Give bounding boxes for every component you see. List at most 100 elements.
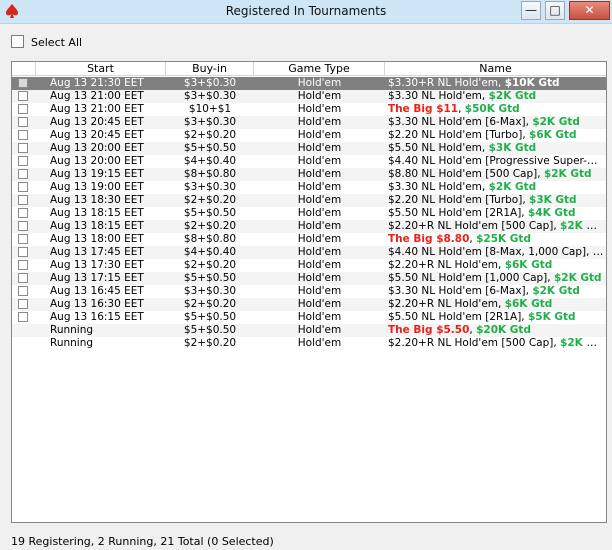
row-checkbox[interactable] <box>18 130 28 140</box>
row-checkbox[interactable] <box>18 182 28 192</box>
start-cell: Aug 13 19:15 EET <box>50 168 144 180</box>
row-checkbox[interactable] <box>18 312 28 322</box>
table-row[interactable]: Aug 13 20:00 EET $5+$0.50 Hold'em $5.50 NL … <box>12 142 606 155</box>
row-checkbox-cell[interactable] <box>18 103 31 116</box>
table-row[interactable]: Aug 13 18:00 EET $8+$0.80 Hold'em The Big $… <box>12 233 606 246</box>
guarantee-amount: $2K Gtd <box>532 116 580 128</box>
row-checkbox-cell[interactable] <box>18 181 31 194</box>
row-checkbox[interactable] <box>18 234 28 244</box>
table-row[interactable]: Aug 13 18:30 EET $2+$0.20 Hold'em $2.20 NL … <box>12 194 606 207</box>
buyin-cell: $3+$0.30 <box>183 90 237 102</box>
table-row[interactable]: Aug 13 19:15 EET $8+$0.80 Hold'em $8.80 NL … <box>12 168 606 181</box>
select-all-checkbox[interactable] <box>11 35 24 48</box>
maximize-button[interactable]: □ <box>545 1 565 20</box>
table-row[interactable]: Aug 13 20:00 EET $4+$0.40 Hold'em $4.40 NL … <box>12 155 606 168</box>
row-checkbox-cell[interactable] <box>18 298 31 311</box>
row-checkbox-cell[interactable] <box>18 194 31 207</box>
tournament-name: $2.20+R NL Hold'em [500 Cap], <box>388 337 561 349</box>
table-row[interactable]: Aug 13 18:15 EET $2+$0.20 Hold'em $2.20+R N… <box>12 220 606 233</box>
row-checkbox-cell[interactable] <box>18 77 31 90</box>
guarantee-amount: $4K Gtd <box>527 207 576 219</box>
column-header-game-type[interactable]: Game Type <box>254 62 385 76</box>
row-checkbox-cell[interactable] <box>18 90 31 103</box>
row-checkbox[interactable] <box>18 117 28 127</box>
game-type-cell: Hold'em <box>297 129 342 141</box>
row-checkbox-cell[interactable] <box>18 285 31 298</box>
row-checkbox-cell[interactable] <box>18 168 31 181</box>
guarantee-amount: $20K Gtd <box>476 324 531 336</box>
table-row[interactable]: Aug 13 18:15 EET $5+$0.50 Hold'em $5.50 NL … <box>12 207 606 220</box>
table-row[interactable]: Aug 13 17:45 EET $4+$0.40 Hold'em $4.40 NL … <box>12 246 606 259</box>
tournament-name: $4.40 NL Hold'em [8-Max, 1,000 Cap], <box>388 246 593 258</box>
start-cell: Aug 13 20:00 EET <box>50 142 144 154</box>
table-row[interactable]: Aug 13 16:45 EET $3+$0.30 Hold'em $3.30 NL … <box>12 285 606 298</box>
row-checkbox-cell[interactable] <box>18 220 31 233</box>
row-checkbox-cell[interactable] <box>18 207 31 220</box>
table-row[interactable]: Aug 13 17:15 EET $5+$0.50 Hold'em $5.50 NL … <box>12 272 606 285</box>
row-checkbox[interactable] <box>18 195 28 205</box>
column-header-start[interactable]: Start <box>36 62 166 76</box>
row-checkbox-cell[interactable] <box>18 155 31 168</box>
table-row[interactable]: Aug 13 16:15 EET $5+$0.50 Hold'em $5.50 NL … <box>12 311 606 324</box>
tournament-name: $5.50 NL Hold'em [2R1A], <box>388 207 528 219</box>
buyin-cell: $5+$0.50 <box>183 272 237 284</box>
title-bar[interactable]: Registered In Tournaments — □ ✕ <box>0 0 612 24</box>
row-checkbox-cell[interactable] <box>18 259 31 272</box>
guarantee-amount: $10K Gtd <box>504 77 560 89</box>
table-row[interactable]: Aug 13 20:45 EET $3+$0.30 Hold'em $3.30 NL … <box>12 116 606 129</box>
buyin-cell: $3+$0.30 <box>183 77 237 89</box>
row-checkbox[interactable] <box>18 143 28 153</box>
name-cell: $2.20 NL Hold'em [Turbo], $6K Gtd <box>388 129 604 142</box>
tournament-name: $2.20+R NL Hold'em [500 Cap], <box>388 220 561 232</box>
column-header-name[interactable]: Name <box>385 62 606 76</box>
table-row[interactable]: Aug 13 17:30 EET $2+$0.20 Hold'em $2.20+R N… <box>12 259 606 272</box>
start-cell: Aug 13 16:45 EET <box>50 285 144 297</box>
table-row[interactable]: Aug 13 20:45 EET $2+$0.20 Hold'em $2.20 NL … <box>12 129 606 142</box>
tournament-table[interactable]: Start Buy-in Game Type Name Aug 13 21:30… <box>11 61 607 523</box>
guarantee-amount: $6K Gtd <box>504 298 553 310</box>
row-checkbox-cell[interactable] <box>18 129 31 142</box>
buyin-cell: $2+$0.20 <box>183 220 237 232</box>
name-cell: $4.40 NL Hold'em [8-Max, 1,000 Cap], $1.… <box>388 246 604 259</box>
row-checkbox[interactable] <box>18 91 28 101</box>
game-type-cell: Hold'em <box>297 298 342 310</box>
row-checkbox[interactable] <box>18 156 28 166</box>
row-checkbox-cell[interactable] <box>18 272 31 285</box>
row-checkbox-cell[interactable] <box>18 246 31 259</box>
name-cell: $3.30 NL Hold'em, $2K Gtd <box>388 90 604 103</box>
row-checkbox[interactable] <box>18 208 28 218</box>
minimize-button[interactable]: — <box>521 1 541 20</box>
table-row[interactable]: Aug 13 19:00 EET $3+$0.30 Hold'em $3.30 NL … <box>12 181 606 194</box>
row-checkbox-cell[interactable] <box>18 311 31 324</box>
close-button[interactable]: ✕ <box>569 1 610 20</box>
start-cell: Aug 13 20:00 EET <box>50 155 144 167</box>
table-row[interactable]: Running $2+$0.20 Hold'em $2.20+R NL Hold'em… <box>12 337 606 350</box>
table-row[interactable]: Aug 13 21:00 EET $10+$1 Hold'em The Big $11… <box>12 103 606 116</box>
row-checkbox-cell[interactable] <box>18 116 31 129</box>
buyin-cell: $4+$0.40 <box>183 155 237 167</box>
row-checkbox[interactable] <box>18 78 28 88</box>
table-row[interactable]: Aug 13 21:00 EET $3+$0.30 Hold'em $3.30 NL … <box>12 90 606 103</box>
row-checkbox[interactable] <box>18 104 28 114</box>
row-checkbox-cell[interactable] <box>18 142 31 155</box>
row-checkbox[interactable] <box>18 273 28 283</box>
row-checkbox[interactable] <box>18 260 28 270</box>
row-checkbox[interactable] <box>18 299 28 309</box>
row-checkbox[interactable] <box>18 247 28 257</box>
guarantee-amount: $50K Gtd <box>464 103 520 115</box>
row-checkbox-cell[interactable] <box>18 324 31 337</box>
tournament-name: $5.50 NL Hold'em [2R1A], <box>388 311 528 323</box>
row-checkbox-cell[interactable] <box>18 337 31 350</box>
row-checkbox[interactable] <box>18 169 28 179</box>
row-checkbox[interactable] <box>18 221 28 231</box>
row-checkbox[interactable] <box>18 286 28 296</box>
table-row[interactable]: Aug 13 21:30 EET $3+$0.30 Hold'em $3.30+R N… <box>12 77 606 90</box>
table-row[interactable]: Running $5+$0.50 Hold'em The Big $5.50, $20… <box>12 324 606 337</box>
name-cell: $3.30+R NL Hold'em, $10K Gtd <box>388 77 604 90</box>
column-header-buyin[interactable]: Buy-in <box>166 62 254 76</box>
header-checkbox-column[interactable] <box>12 62 36 76</box>
row-checkbox-cell[interactable] <box>18 233 31 246</box>
start-cell: Aug 13 18:15 EET <box>50 220 144 232</box>
buyin-cell: $2+$0.20 <box>183 194 237 206</box>
table-row[interactable]: Aug 13 16:30 EET $2+$0.20 Hold'em $2.20+R N… <box>12 298 606 311</box>
